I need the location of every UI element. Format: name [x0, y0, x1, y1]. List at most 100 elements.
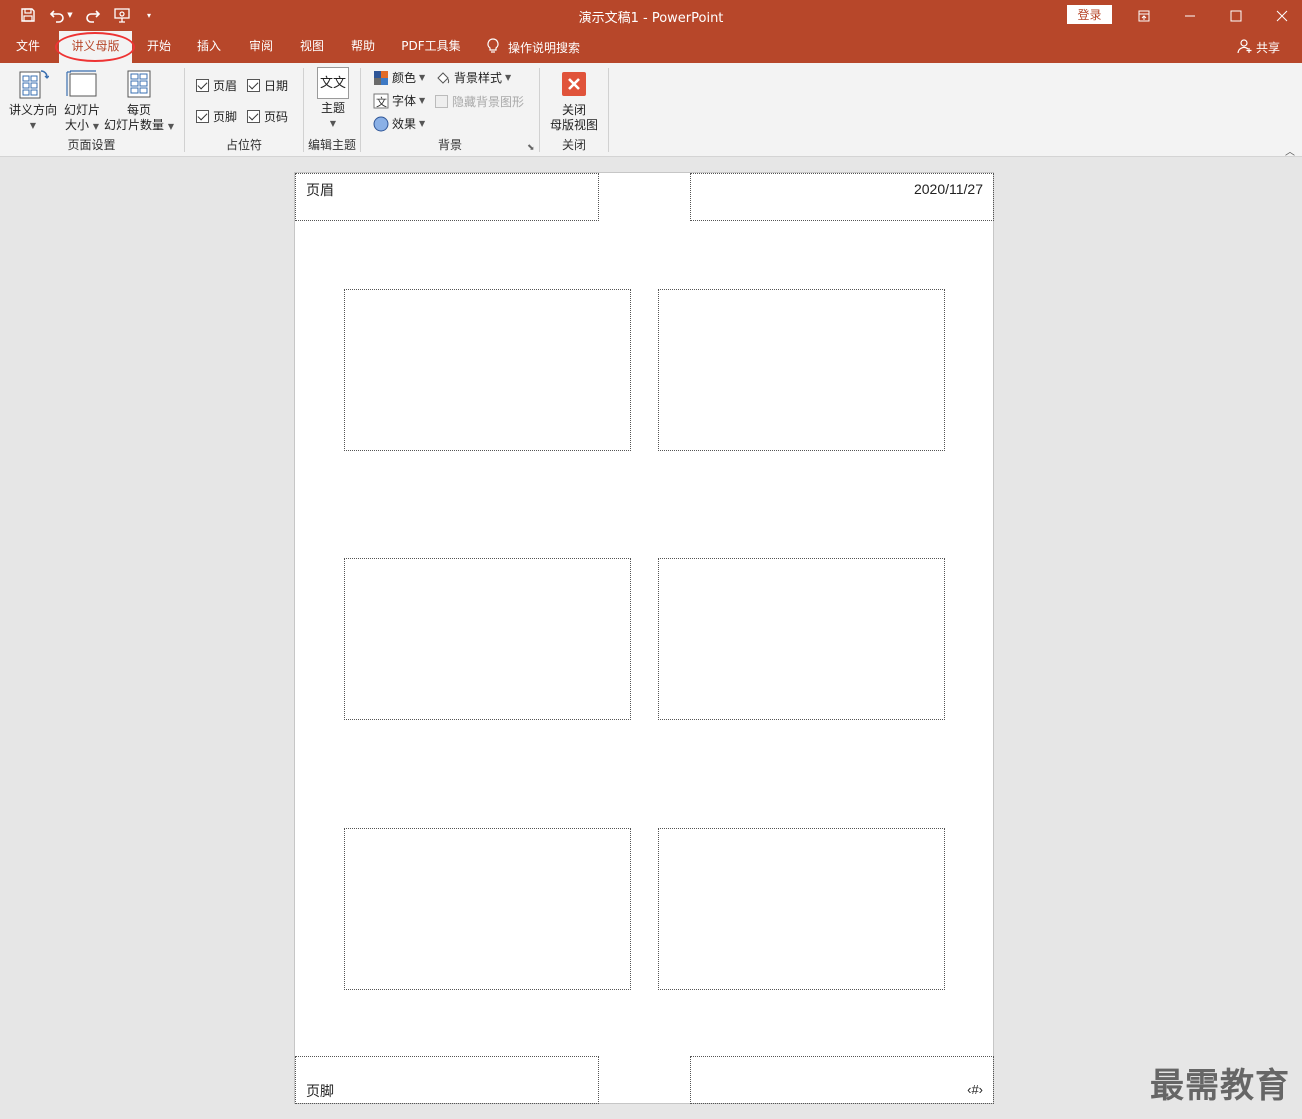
tab-home[interactable]: 开始	[140, 31, 178, 63]
page-number-checkbox[interactable]: 页码	[247, 108, 288, 125]
date-placeholder[interactable]: 2020/11/27	[690, 173, 994, 221]
collapse-ribbon-icon[interactable]: ︿	[1285, 143, 1295, 158]
fonts-button[interactable]: 文 字体 ▼	[373, 92, 425, 109]
tab-help[interactable]: 帮助	[344, 31, 382, 63]
slide-placeholder-2[interactable]	[658, 289, 945, 451]
chevron-down-icon: ▼	[419, 96, 426, 105]
hide-background-graphics-checkbox[interactable]: 隐藏背景图形	[435, 93, 524, 110]
page-number-placeholder[interactable]: ‹#›	[690, 1056, 994, 1104]
close-master-label-1: 关闭	[561, 103, 586, 117]
close-master-icon	[557, 67, 591, 101]
person-add-icon	[1237, 38, 1253, 57]
tab-pdf-tools[interactable]: PDF工具集	[396, 31, 466, 63]
colors-icon	[374, 70, 388, 85]
tab-view[interactable]: 视图	[293, 31, 331, 63]
group-close: 关闭 母版视图 关闭	[540, 63, 608, 155]
close-window-icon[interactable]	[1259, 0, 1302, 31]
checkbox-checked[interactable]	[196, 79, 209, 92]
tell-me-search[interactable]: 操作说明搜索	[486, 31, 580, 63]
slide-placeholder-5[interactable]	[344, 828, 631, 990]
minimize-icon[interactable]	[1167, 0, 1213, 31]
background-styles-button[interactable]: 背景样式 ▼	[435, 69, 511, 86]
colors-button[interactable]: 颜色 ▼	[373, 69, 425, 86]
group-edit-theme: 文文 主题 ▼ 编辑主题	[304, 63, 360, 155]
svg-text:文: 文	[376, 95, 387, 109]
group-label-close: 关闭	[561, 138, 586, 152]
handout-orientation-button[interactable]: 讲义方向 ▼	[6, 67, 60, 133]
format-background-launcher-icon[interactable]: ⬊	[527, 143, 535, 153]
themes-button[interactable]: 文文 主题 ▼	[314, 67, 352, 131]
checkbox-checked[interactable]	[247, 110, 260, 123]
customize-qat-icon[interactable]: ▾	[141, 5, 157, 25]
tab-file[interactable]: 文件	[6, 31, 50, 63]
fonts-icon: 文	[373, 93, 389, 109]
maximize-icon[interactable]	[1213, 0, 1259, 31]
ribbon-display-options-icon[interactable]	[1121, 0, 1167, 31]
chevron-down-icon: ▼	[329, 119, 337, 128]
hide-background-graphics-label: 隐藏背景图形	[452, 95, 525, 109]
redo-icon[interactable]	[83, 5, 103, 25]
share-button[interactable]: 共享	[1237, 31, 1280, 63]
header-checkbox[interactable]: 页眉	[196, 77, 237, 94]
group-page-setup: 讲义方向 ▼ 幻灯片 大小 ▼ 每页 幻灯片数量 ▼ 页面设置	[0, 63, 183, 155]
orientation-icon	[16, 67, 50, 101]
date-text: 2020/11/27	[913, 181, 983, 197]
tab-insert[interactable]: 插入	[190, 31, 228, 63]
group-placeholders: 页眉 日期 页脚 页码 占位符	[185, 63, 303, 155]
chevron-down-icon: ▼	[419, 73, 426, 82]
effects-label: 效果	[392, 117, 417, 131]
group-label-placeholders: 占位符	[225, 138, 262, 152]
close-master-view-button[interactable]: 关闭 母版视图	[546, 67, 602, 133]
chevron-down-icon: ▼	[167, 122, 174, 131]
slides-per-page-button[interactable]: 每页 幻灯片数量 ▼	[103, 67, 175, 134]
slide-placeholder-4[interactable]	[658, 558, 945, 720]
theme-icon: 文文	[317, 67, 349, 99]
login-button[interactable]: 登录	[1067, 5, 1112, 24]
tell-me-label: 操作说明搜索	[508, 40, 581, 55]
handout-orientation-label: 讲义方向	[8, 103, 57, 117]
chevron-down-icon: ▼	[92, 122, 99, 131]
checkbox-unchecked[interactable]	[435, 95, 448, 108]
header-checkbox-label: 页眉	[213, 79, 238, 93]
slide-size-icon	[65, 67, 99, 101]
effects-icon	[373, 116, 389, 131]
group-label-background: 背景	[437, 138, 462, 152]
slide-placeholder-6[interactable]	[658, 828, 945, 990]
paint-bucket-icon	[437, 71, 450, 84]
page-number-checkbox-label: 页码	[264, 110, 289, 124]
header-text: 页眉	[306, 182, 334, 198]
share-label: 共享	[1256, 40, 1281, 55]
ribbon-tabs: 文件 讲义母版 开始 插入 审阅 视图 帮助 PDF工具集 操作说明搜索 共享	[0, 31, 1302, 63]
footer-placeholder[interactable]: 页脚	[295, 1056, 599, 1104]
slide-placeholder-3[interactable]	[344, 558, 631, 720]
slides-per-page-label-2: 幻灯片数量	[104, 118, 165, 132]
footer-checkbox[interactable]: 页脚	[196, 108, 237, 125]
undo-dropdown-icon[interactable]: ▼	[64, 5, 76, 25]
slide-size-label-2: 大小	[65, 118, 90, 132]
effects-button[interactable]: 效果 ▼	[373, 115, 425, 132]
slide-size-button[interactable]: 幻灯片 大小 ▼	[62, 67, 102, 134]
chevron-down-icon: ▼	[505, 73, 512, 82]
header-placeholder[interactable]: 页眉	[295, 173, 599, 221]
colors-label: 颜色	[392, 71, 417, 85]
checkbox-checked[interactable]	[196, 110, 209, 123]
fonts-label: 字体	[392, 94, 417, 108]
ribbon: 讲义方向 ▼ 幻灯片 大小 ▼ 每页 幻灯片数量 ▼ 页面设置 页眉 日期 页脚…	[0, 63, 1302, 158]
date-checkbox[interactable]: 日期	[247, 77, 288, 94]
watermark-logo: 最需教育	[1150, 1066, 1290, 1106]
start-from-beginning-icon[interactable]	[112, 5, 132, 25]
tab-handout-master[interactable]: 讲义母版	[59, 31, 132, 63]
footer-checkbox-label: 页脚	[213, 110, 238, 124]
slide-placeholder-1[interactable]	[344, 289, 631, 451]
tab-review[interactable]: 审阅	[242, 31, 280, 63]
checkbox-checked[interactable]	[247, 79, 260, 92]
save-icon[interactable]	[18, 5, 38, 25]
date-checkbox-label: 日期	[264, 79, 289, 93]
page-number-text: ‹#›	[967, 1082, 983, 1097]
group-label-page-setup: 页面设置	[67, 138, 116, 152]
handout-page: 页眉 2020/11/27 页脚 ‹#›	[294, 172, 994, 1104]
title-bar: ▼ ▾ 演示文稿1 - PowerPoint 登录	[0, 0, 1302, 31]
background-styles-label: 背景样式	[454, 71, 503, 85]
chevron-down-icon: ▼	[29, 121, 37, 130]
slides-per-page-icon	[122, 67, 156, 101]
